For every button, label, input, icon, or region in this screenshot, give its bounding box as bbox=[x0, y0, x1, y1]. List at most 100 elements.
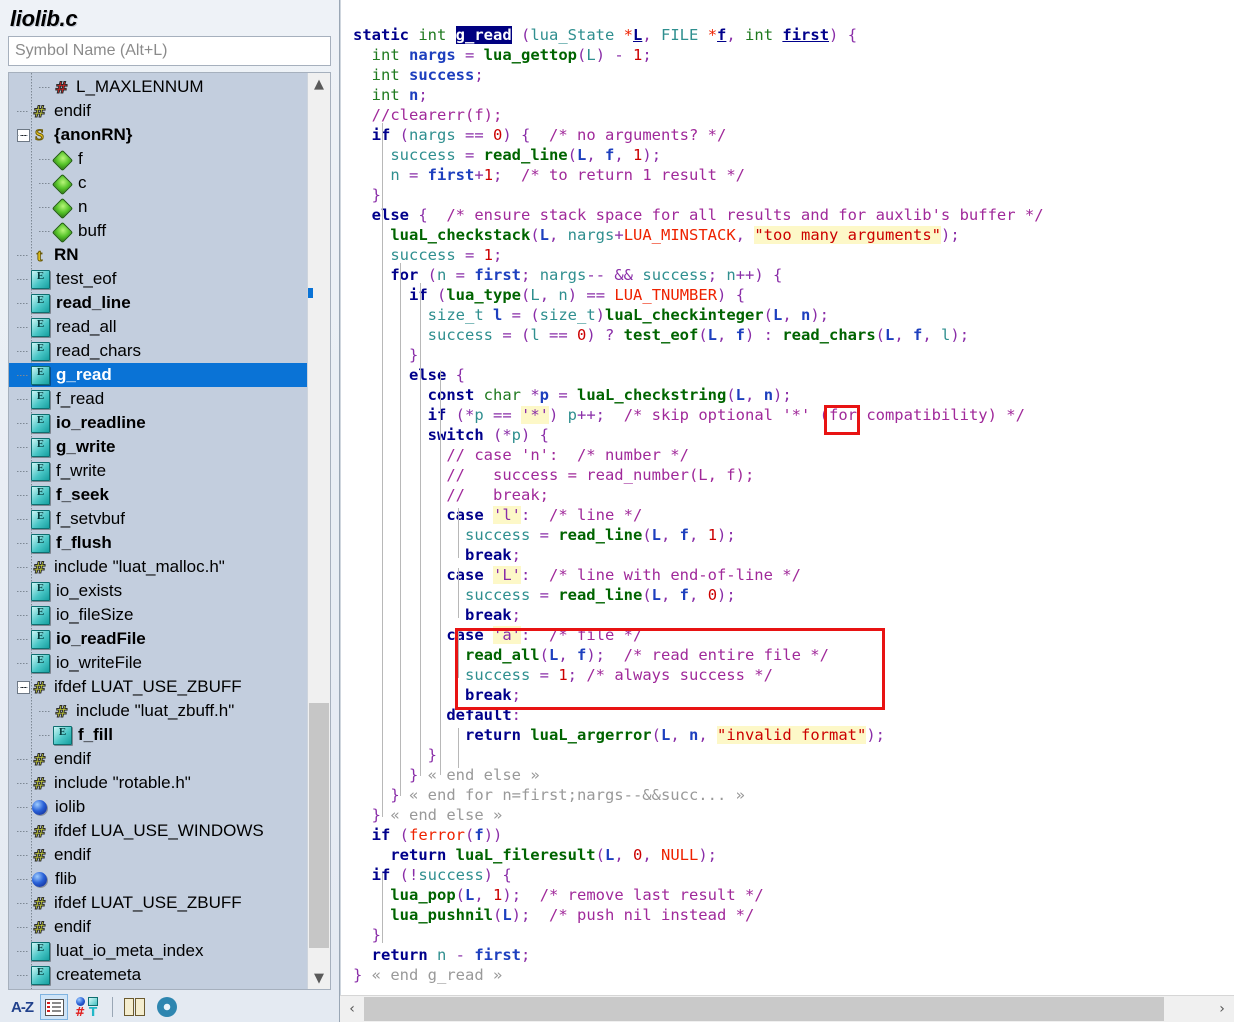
scroll-left-icon[interactable]: ‹ bbox=[340, 996, 364, 1022]
tree-item-endif[interactable]: endif bbox=[9, 99, 307, 123]
symbol-search-input[interactable] bbox=[9, 38, 330, 64]
symbol-filter-button[interactable]: # T bbox=[72, 994, 104, 1020]
code-token: /* to return 1 result */ bbox=[521, 166, 745, 184]
code-token: first bbox=[427, 166, 475, 184]
tree-item-label: f_setvbuf bbox=[56, 509, 125, 528]
code-token: luaL_argerror bbox=[530, 726, 652, 744]
code-token: 0 bbox=[707, 586, 718, 604]
list-view-button[interactable] bbox=[40, 994, 68, 1020]
tree-item-io-exists[interactable]: io_exists bbox=[9, 579, 307, 603]
code-viewport[interactable]: static int g_read (lua_State *L, FILE *f… bbox=[340, 0, 1234, 995]
tree-item-ifdef-luat-use-zbuff[interactable]: −ifdef LUAT_USE_ZBUFF bbox=[9, 675, 307, 699]
code-token: success bbox=[390, 146, 456, 164]
tree-item-read-line[interactable]: read_line bbox=[9, 291, 307, 315]
h-scroll-track[interactable] bbox=[364, 996, 1210, 1022]
code-token: (* bbox=[483, 426, 512, 444]
code-token: first bbox=[474, 946, 522, 964]
tree-item-endif[interactable]: endif bbox=[9, 843, 307, 867]
scroll-up-icon[interactable]: ▲ bbox=[308, 73, 330, 95]
tree-item-include-luat-malloc-h-[interactable]: include "luat_malloc.h" bbox=[9, 555, 307, 579]
tree-item-f-setvbuf[interactable]: f_setvbuf bbox=[9, 507, 307, 531]
documentation-button[interactable] bbox=[121, 994, 149, 1020]
tree-vertical-scrollbar[interactable]: ▲ ▼ bbox=[307, 73, 330, 989]
tree-item-c[interactable]: c bbox=[9, 171, 307, 195]
h-scrollbar-thumb[interactable] bbox=[364, 997, 1164, 1021]
code-token: success bbox=[464, 586, 531, 604]
tree-item-include-luat-zbuff-h-[interactable]: include "luat_zbuff.h" bbox=[9, 699, 307, 723]
symbol-search-box[interactable] bbox=[8, 36, 331, 66]
function-icon bbox=[31, 293, 50, 313]
symbol-tree[interactable]: L_MAXLENNUMendif −{anonRN} fcn buff RN test_e… bbox=[9, 73, 307, 989]
settings-button[interactable] bbox=[153, 994, 181, 1020]
sort-alphabetical-button[interactable]: A-Z bbox=[8, 994, 36, 1020]
code-token: ) == bbox=[567, 286, 615, 304]
tree-item-iolib[interactable]: iolib bbox=[9, 795, 307, 819]
code-token: n bbox=[437, 266, 447, 284]
tree-item-luat-io-meta-index[interactable]: luat_io_meta_index bbox=[9, 939, 307, 963]
tree-item-io-readline[interactable]: io_readline bbox=[9, 411, 307, 435]
code-horizontal-scrollbar[interactable]: ‹ › bbox=[340, 995, 1234, 1022]
tree-item-test-eof[interactable]: test_eof bbox=[9, 267, 307, 291]
code-token: "too many arguments" bbox=[754, 226, 941, 244]
code-token: nargs bbox=[409, 126, 456, 144]
tree-item-label: io_readline bbox=[56, 413, 146, 432]
tree-item-f-read[interactable]: f_read bbox=[9, 387, 307, 411]
tree-item-io-readfile[interactable]: io_readFile bbox=[9, 627, 307, 651]
tree-scrollbar-thumb[interactable] bbox=[309, 703, 329, 948]
tree-item-endif[interactable]: endif bbox=[9, 747, 307, 771]
tree-item-include-rotable-h-[interactable]: include "rotable.h" bbox=[9, 771, 307, 795]
code-token: size_t bbox=[427, 306, 493, 324]
preprocessor-icon bbox=[31, 775, 48, 792]
code-fold-guide bbox=[440, 370, 441, 775]
tree-item-createmeta[interactable]: createmeta bbox=[9, 963, 307, 987]
source-code[interactable]: static int g_read (lua_State *L, FILE *f… bbox=[341, 0, 1044, 985]
tree-item-buff[interactable]: buff bbox=[9, 219, 307, 243]
code-token: lua_pushnil bbox=[390, 906, 493, 924]
scroll-down-icon[interactable]: ▼ bbox=[308, 967, 330, 989]
tree-item-f[interactable]: f bbox=[9, 147, 307, 171]
tree-item-flib[interactable]: flib bbox=[9, 867, 307, 891]
tree-item-f-fill[interactable]: f_fill bbox=[9, 723, 307, 747]
tree-item--anonrn-[interactable]: −{anonRN} bbox=[9, 123, 307, 147]
code-token: 1 bbox=[558, 666, 568, 684]
tree-connector bbox=[17, 111, 29, 112]
tree-item-l-maxlennum[interactable]: L_MAXLENNUM bbox=[9, 75, 307, 99]
code-token: ( bbox=[763, 306, 773, 324]
tree-item-endif[interactable]: endif bbox=[9, 915, 307, 939]
tree-item-rn[interactable]: RN bbox=[9, 243, 307, 267]
global-var-icon bbox=[32, 872, 47, 887]
tree-connector bbox=[17, 279, 29, 280]
tree-item-g-read[interactable]: g_read bbox=[9, 363, 307, 387]
tree-item-f-seek[interactable]: f_seek bbox=[9, 483, 307, 507]
code-token: )) bbox=[483, 826, 503, 844]
tree-item-f-flush[interactable]: f_flush bbox=[9, 531, 307, 555]
sidebar-toolbar: A-Z # T bbox=[0, 992, 339, 1022]
tree-connector bbox=[17, 831, 29, 832]
tree-item-io-filesize[interactable]: io_fileSize bbox=[9, 603, 307, 627]
tree-item-ifdef-luat-use-zbuff[interactable]: ifdef LUAT_USE_ZBUFF bbox=[9, 891, 307, 915]
tree-item-ifdef-lua-use-windows[interactable]: ifdef LUA_USE_WINDOWS bbox=[9, 819, 307, 843]
code-token: /* no arguments? */ bbox=[549, 126, 727, 144]
code-token: L bbox=[651, 586, 661, 604]
code-editor-pane: static int g_read (lua_State *L, FILE *f… bbox=[340, 0, 1234, 1022]
code-token: = bbox=[399, 166, 428, 184]
code-token: /* skip optional '*' (for compatibility)… bbox=[623, 406, 1025, 424]
tree-item-read-all[interactable]: read_all bbox=[9, 315, 307, 339]
code-token: '*' bbox=[521, 406, 549, 424]
tree-item-io-writefile[interactable]: io_writeFile bbox=[9, 651, 307, 675]
tree-connector bbox=[17, 783, 29, 784]
tree-item-read-chars[interactable]: read_chars bbox=[9, 339, 307, 363]
sort-az-icon: A-Z bbox=[11, 998, 34, 1016]
code-token: success bbox=[409, 66, 475, 84]
tree-item-f-write[interactable]: f_write bbox=[9, 459, 307, 483]
tree-item-g-write[interactable]: g_write bbox=[9, 435, 307, 459]
code-token: , bbox=[689, 586, 708, 604]
code-token: 0 bbox=[493, 126, 503, 144]
scroll-right-icon[interactable]: › bbox=[1210, 996, 1234, 1022]
tree-item-n[interactable]: n bbox=[9, 195, 307, 219]
